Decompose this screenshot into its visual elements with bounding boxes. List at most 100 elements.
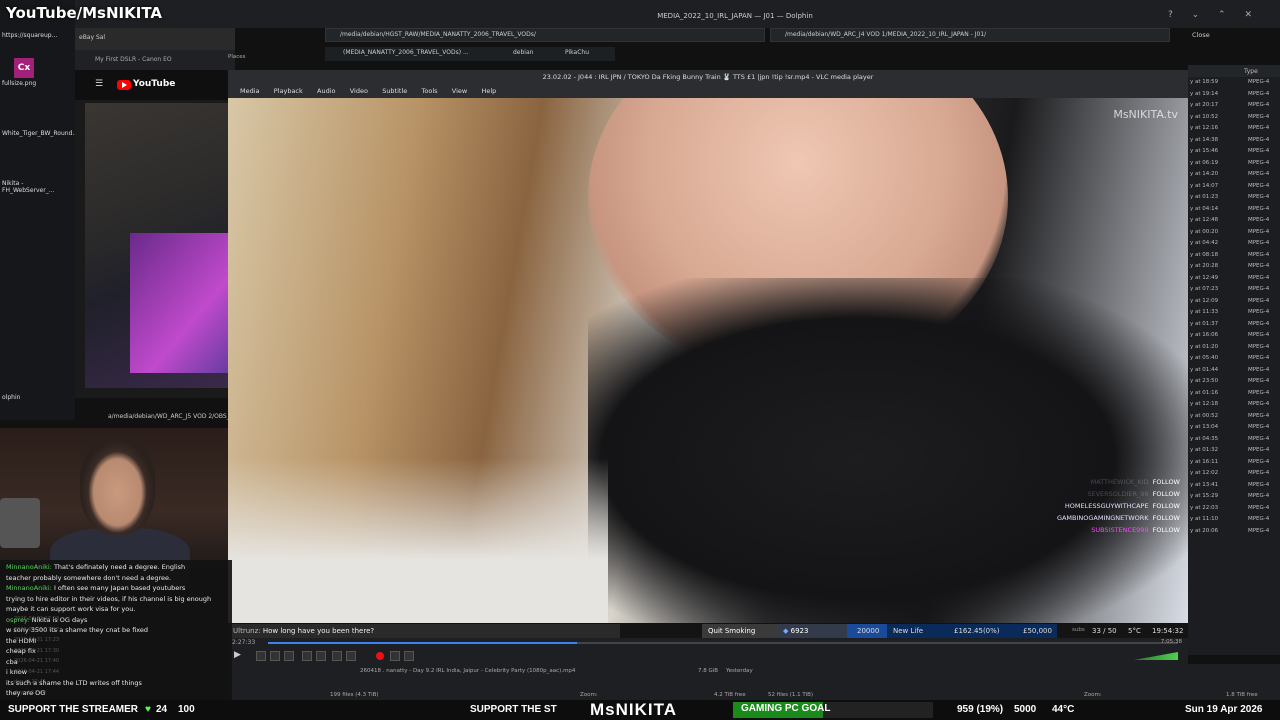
file-row[interactable]: y at 19:14 MPEG-4 <box>1190 91 1280 97</box>
menu-video[interactable]: Video <box>350 87 368 95</box>
follow-label: FOLLOW <box>1152 502 1180 510</box>
file-row[interactable]: y at 04:35 MPEG-4 <box>1190 436 1280 442</box>
snapshot-icon[interactable] <box>390 651 400 661</box>
file-row[interactable]: y at 10:52 MPEG-4 <box>1190 114 1280 120</box>
file-row[interactable]: y at 08:18 MPEG-4 <box>1190 252 1280 258</box>
file-row[interactable]: y at 14:38 MPEG-4 <box>1190 137 1280 143</box>
file-date: y at 01:20 <box>1190 343 1219 350</box>
file-row[interactable]: y at 05:40 MPEG-4 <box>1190 355 1280 361</box>
loop-icon[interactable] <box>346 651 356 661</box>
file-row[interactable]: y at 13:41 MPEG-4 <box>1190 482 1280 488</box>
file-date: y at 14:07 <box>1190 182 1219 189</box>
desktop-item-fullsize[interactable]: fullsize.png <box>2 80 72 87</box>
dolphin-tab-travel[interactable]: (MEDIA_NANATTY_2006_TRAVEL_VODs) ... <box>343 49 469 56</box>
file-row[interactable]: y at 16:11 MPEG-4 <box>1190 459 1280 465</box>
menu-help[interactable]: Help <box>481 87 496 95</box>
file-row[interactable]: y at 01:20 MPEG-4 <box>1190 344 1280 350</box>
hamburger-icon[interactable]: ☰ <box>95 79 103 89</box>
file-row[interactable]: y at 14:07 MPEG-4 <box>1190 183 1280 189</box>
file-row[interactable]: y at 01:32 MPEG-4 <box>1190 447 1280 453</box>
prev-icon[interactable] <box>256 651 266 661</box>
follower-name: SEVERSOLDIER_96 <box>1087 490 1149 498</box>
file-row[interactable]: y at 01:16 MPEG-4 <box>1190 390 1280 396</box>
youtube-video-thumbnail[interactable] <box>85 103 240 388</box>
file-row[interactable]: y at 20:06 MPEG-4 <box>1190 528 1280 534</box>
frame-step-icon[interactable] <box>404 651 414 661</box>
file-row[interactable]: y at 01:37 MPEG-4 <box>1190 321 1280 327</box>
menu-audio[interactable]: Audio <box>317 87 335 95</box>
type-column-header[interactable]: Type <box>1244 68 1258 75</box>
file-row[interactable]: y at 11:10 MPEG-4 <box>1190 516 1280 522</box>
youtube-logo-icon[interactable] <box>117 80 131 90</box>
file-row[interactable]: y at 15:29 MPEG-4 <box>1190 493 1280 499</box>
file-type: MPEG-4 <box>1248 527 1270 534</box>
file-type: MPEG-4 <box>1248 516 1270 522</box>
dolphin-path-left[interactable]: /media/debian/HGST_RAW/MEDIA_NANATTY_200… <box>325 28 765 42</box>
file-date: y at 00:20 <box>1190 228 1219 235</box>
file-row[interactable]: y at 01:23 MPEG-4 <box>1190 194 1280 200</box>
vlc-controls: ▶ <box>228 648 1188 664</box>
file-type: MPEG-4 <box>1248 320 1270 327</box>
fullscreen-icon[interactable] <box>302 651 312 661</box>
chat-timestamp: 2026-04-21 17:23 <box>14 637 60 643</box>
file-row[interactable]: y at 13:04 MPEG-4 <box>1190 424 1280 430</box>
file-row[interactable]: y at 01:44 MPEG-4 <box>1190 367 1280 373</box>
vlc-video-area[interactable]: MsNIKITA.tv MATTHEWICK_KID FOLLOW SEVERSOL… <box>228 98 1188 623</box>
record-icon[interactable] <box>376 652 384 660</box>
dolphin-lower-path[interactable]: a/media/debian/WD_ARC_J5 VOD 2/OBS_ <box>108 413 230 420</box>
file-row[interactable]: y at 00:20 MPEG-4 <box>1190 229 1280 235</box>
file-row[interactable]: y at 07:23 MPEG-4 <box>1190 286 1280 292</box>
path-left-text: /media/debian/HGST_RAW/MEDIA_NANATTY_200… <box>340 31 536 38</box>
file-row[interactable]: y at 23:50 MPEG-4 <box>1190 378 1280 384</box>
desktop-item-url[interactable]: https://squareup... <box>2 32 72 39</box>
extended-settings-icon[interactable] <box>316 651 326 661</box>
dolphin-tab-pikachu[interactable]: PikaChu <box>565 49 589 56</box>
file-row[interactable]: y at 00:52 MPEG-4 <box>1190 413 1280 419</box>
money-current: £162.45(0%) <box>954 627 1000 635</box>
desktop-item-nikita-fh[interactable]: Nikita - FH_WebServer_... <box>2 180 72 194</box>
volume-slider[interactable] <box>1134 652 1178 660</box>
file-row[interactable]: y at 16:06 MPEG-4 <box>1190 332 1280 338</box>
file-date: y at 16:06 <box>1190 332 1219 338</box>
playlist-icon[interactable] <box>332 651 342 661</box>
file-row[interactable]: y at 06:19 MPEG-4 <box>1190 160 1280 166</box>
file-row[interactable]: y at 14:20 MPEG-4 <box>1190 171 1280 177</box>
file-row[interactable]: y at 15:46 MPEG-4 <box>1190 148 1280 154</box>
file-row[interactable]: y at 12:49 MPEG-4 <box>1190 275 1280 281</box>
file-row[interactable]: y at 20:17 MPEG-4 <box>1190 102 1280 108</box>
menu-view[interactable]: View <box>452 87 467 95</box>
dolphin-close-button[interactable]: Close <box>1192 31 1210 39</box>
file-row[interactable]: y at 12:02 MPEG-4 <box>1190 470 1280 476</box>
browser-url-bar[interactable]: My First DSLR - Canon EO <box>75 50 235 70</box>
file-row[interactable]: y at 04:14 MPEG-4 <box>1190 206 1280 212</box>
file-row[interactable]: y at 18:59 MPEG-4 <box>1190 79 1280 85</box>
menu-playback[interactable]: Playback <box>274 87 303 95</box>
menu-tools[interactable]: Tools <box>422 87 438 95</box>
dolphin-path-right[interactable]: /media/debian/WD_ARC_J4 VOD 1/MEDIA_2022… <box>770 28 1170 42</box>
file-row[interactable]: y at 12:16 MPEG-4 <box>1190 125 1280 131</box>
window-controls[interactable]: ? ⌄ ⌃ ✕ <box>1168 10 1260 20</box>
follow-label: FOLLOW <box>1152 478 1180 486</box>
chat-timestamp: day at 22:42 <box>14 679 46 685</box>
seek-bar-fill <box>268 642 578 644</box>
browser-tab[interactable]: eBay Sal <box>79 34 105 41</box>
file-type: MPEG-4 <box>1248 228 1270 235</box>
file-row[interactable]: y at 12:09 MPEG-4 <box>1190 298 1280 304</box>
menu-subtitle[interactable]: Subtitle <box>382 87 407 95</box>
seek-bar[interactable] <box>268 642 1178 644</box>
menu-media[interactable]: Media <box>240 87 260 95</box>
stop-icon[interactable] <box>270 651 280 661</box>
browser-tab-dslr[interactable]: My First DSLR - Canon EO <box>95 56 172 63</box>
dolphin-tab-debian[interactable]: debian <box>513 49 533 56</box>
file-row[interactable]: y at 22:03 MPEG-4 <box>1190 505 1280 511</box>
file-row[interactable]: y at 12:48 MPEG-4 <box>1190 217 1280 223</box>
play-icon[interactable]: ▶ <box>234 650 241 660</box>
cx-app-icon[interactable]: Cx <box>14 58 34 78</box>
file-row[interactable]: y at 11:33 MPEG-4 <box>1190 309 1280 315</box>
file-row[interactable]: y at 20:28 MPEG-4 <box>1190 263 1280 269</box>
next-icon[interactable] <box>284 651 294 661</box>
file-row[interactable]: y at 12:18 MPEG-4 <box>1190 401 1280 407</box>
chat-message: MinnanoAniki: That's definately need a d… <box>6 563 185 571</box>
desktop-item-white-tiger[interactable]: White_Tiger_BW_Round... <box>2 130 78 137</box>
file-row[interactable]: y at 04:42 MPEG-4 <box>1190 240 1280 246</box>
